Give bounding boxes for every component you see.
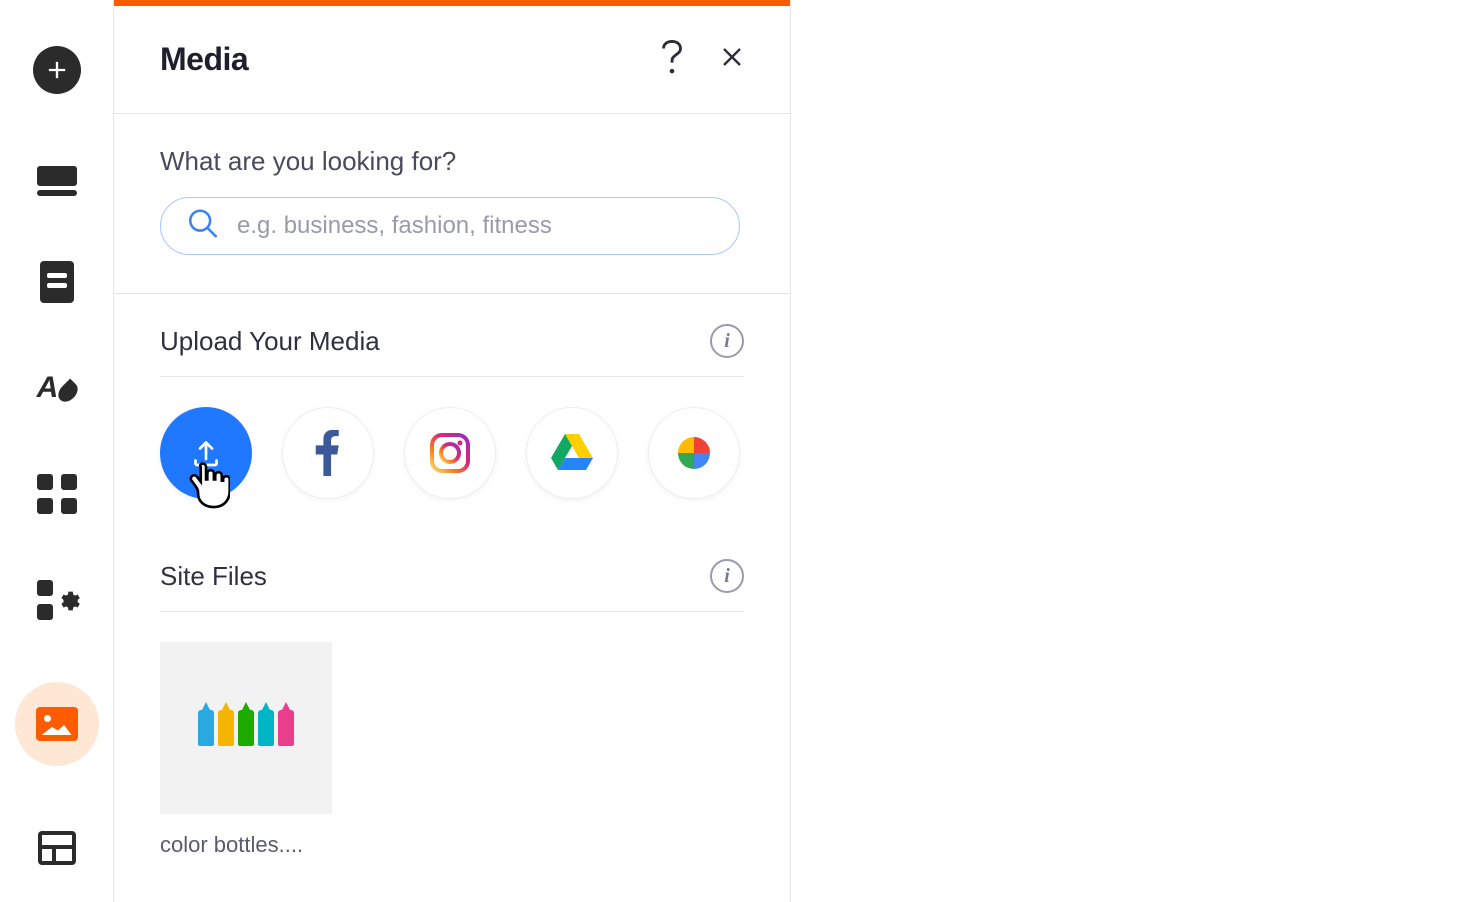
pages-button[interactable] [33,258,81,306]
app-settings-icon [37,580,77,620]
file-thumbnail[interactable] [160,642,332,814]
google-drive-button[interactable] [526,407,618,499]
site-files-title: Site Files [160,561,267,592]
close-icon [720,45,744,69]
instagram-icon [426,429,474,477]
add-button[interactable] [33,46,81,94]
google-photos-button[interactable] [648,407,740,499]
help-icon [660,40,684,74]
page-icon [40,261,74,303]
help-button[interactable] [660,40,684,79]
section-icon [37,166,77,186]
media-button[interactable] [15,682,99,766]
upload-icon [188,435,224,471]
upload-info-button[interactable]: i [710,324,744,358]
file-card[interactable]: color bottles.... [160,642,332,858]
google-photos-icon [670,429,718,477]
instagram-button[interactable] [404,407,496,499]
theme-button[interactable]: A [33,364,81,412]
facebook-icon [315,430,341,476]
site-files-section: Site Files i color bottles.... [114,529,790,868]
search-input[interactable] [160,197,740,255]
search-section: What are you looking for? [114,114,790,294]
panel-header: Media [114,6,790,114]
image-icon [36,707,78,741]
apps-icon [37,474,77,514]
search-icon [186,207,220,246]
media-panel: Media What are you looking for? U [113,0,791,902]
apps-button[interactable] [33,470,81,518]
facebook-button[interactable] [282,407,374,499]
site-files-info-button[interactable]: i [710,559,744,593]
google-drive-icon [548,432,596,474]
close-button[interactable] [720,45,744,74]
search-label: What are you looking for? [160,146,744,177]
upload-button[interactable] [160,407,252,499]
file-name: color bottles.... [160,832,332,858]
panel-title: Media [160,41,248,78]
left-rail: A [0,0,113,902]
info-icon: i [724,565,730,588]
upload-section: Upload Your Media i [114,294,790,529]
theme-icon: A [37,371,77,405]
upload-title: Upload Your Media [160,326,380,357]
content-manager-button[interactable] [33,824,81,872]
app-settings-button[interactable] [33,576,81,624]
info-icon: i [724,330,730,353]
section-button[interactable] [33,152,81,200]
bottles-illustration [198,710,294,746]
plus-icon [43,56,71,84]
table-icon [38,831,76,865]
